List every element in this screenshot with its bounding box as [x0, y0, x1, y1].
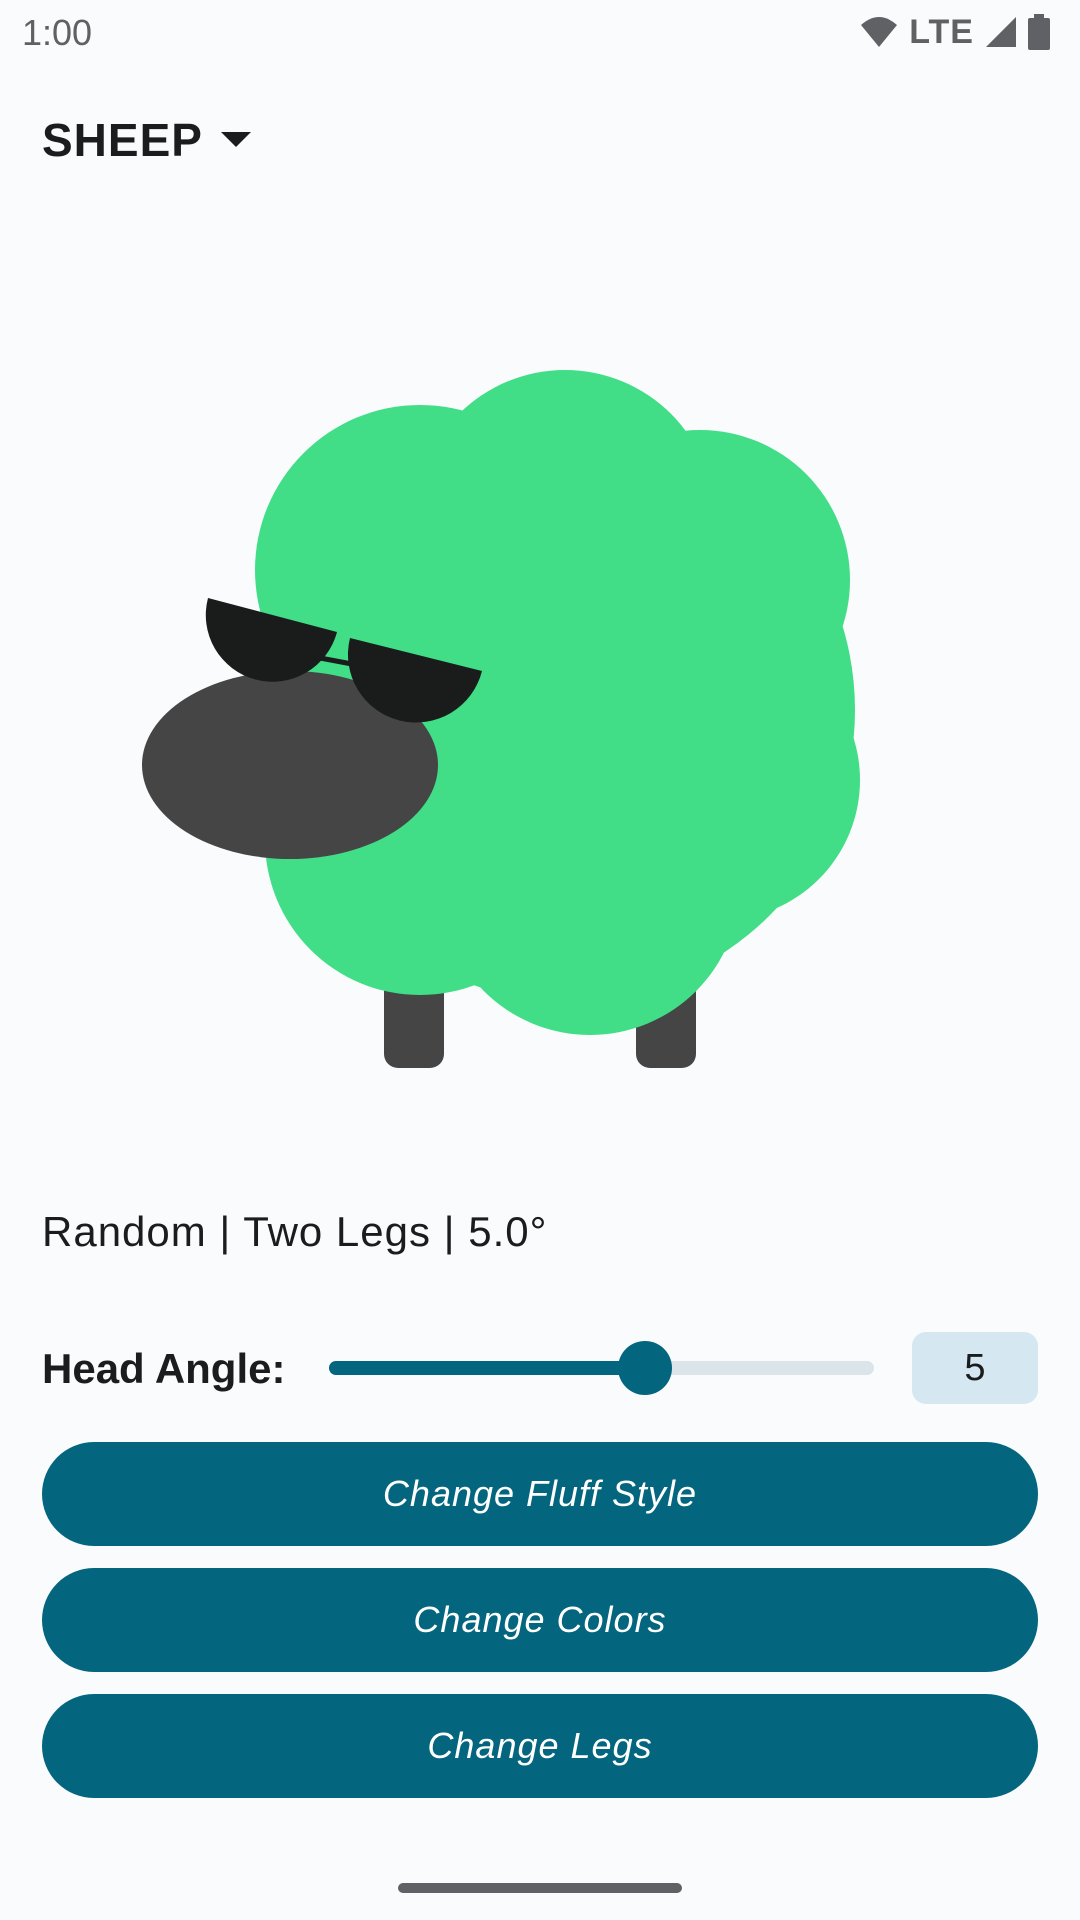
head-angle-value: 5: [912, 1332, 1038, 1404]
head-angle-row: Head Angle: 5: [42, 1332, 1038, 1404]
cellular-signal-icon: [986, 17, 1016, 47]
app-title: SHEEP: [42, 114, 203, 166]
status-icons: LTE: [859, 12, 1050, 52]
slider-thumb[interactable]: [618, 1341, 672, 1395]
change-colors-button[interactable]: Change Colors: [42, 1568, 1038, 1672]
head-angle-label: Head Angle:: [42, 1345, 286, 1392]
wifi-icon: [861, 17, 898, 47]
gesture-nav-handle[interactable]: [398, 1883, 682, 1893]
sheep-type-dropdown[interactable]: SHEEP: [42, 108, 251, 172]
change-fluff-style-button[interactable]: Change Fluff Style: [42, 1442, 1038, 1546]
settings-summary-text: Random | Two Legs | 5.0°: [42, 1208, 548, 1255]
status-bar: 1:00 LTE: [0, 0, 1080, 64]
dropdown-arrow-icon: [220, 132, 251, 147]
battery-icon: [1028, 14, 1050, 50]
change-legs-button[interactable]: Change Legs: [42, 1694, 1038, 1798]
head-angle-slider[interactable]: [329, 1332, 919, 1404]
slider-active-track[interactable]: [329, 1361, 645, 1375]
status-time: 1:00: [22, 12, 93, 53]
network-type-label: LTE: [909, 12, 974, 51]
sheep-illustration: [142, 370, 860, 1068]
